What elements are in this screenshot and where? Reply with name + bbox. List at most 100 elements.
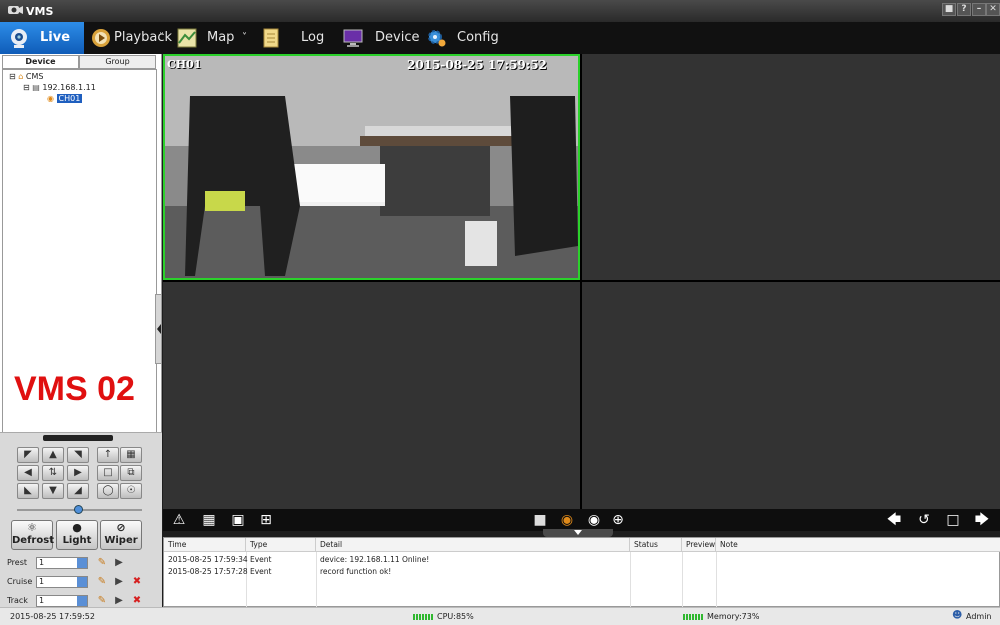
fullscreen-icon[interactable]: ▣ bbox=[228, 511, 248, 529]
column-header-status[interactable]: Status bbox=[630, 538, 682, 552]
ptz-up-button[interactable]: ▲ bbox=[42, 447, 64, 463]
iris-open-icon[interactable]: ◯ bbox=[97, 483, 119, 499]
chevron-left-icon bbox=[157, 324, 161, 334]
zoom-in-icon[interactable]: ↑ bbox=[97, 447, 119, 463]
chevron-down-icon[interactable]: ˅ bbox=[242, 22, 247, 54]
slider-thumb[interactable] bbox=[74, 505, 83, 514]
iris-close-icon[interactable]: ☉ bbox=[120, 483, 142, 499]
delete-icon[interactable]: ✖ bbox=[131, 576, 143, 588]
tab-label: Live bbox=[40, 30, 71, 45]
ptz-up-left-button[interactable]: ◤ bbox=[17, 447, 39, 463]
stop-icon[interactable]: ■ bbox=[530, 511, 550, 529]
track-label: Track bbox=[7, 596, 28, 605]
video-cell-1[interactable]: CH01 2015-08-25 17:59:52 bbox=[163, 54, 580, 280]
ptz-right-button[interactable]: ▶ bbox=[67, 465, 89, 481]
spinner-icon[interactable] bbox=[77, 558, 87, 568]
defrost-button[interactable]: ⚛ Defrost bbox=[11, 520, 54, 550]
user-icon: ☻ bbox=[952, 610, 963, 621]
focus-far-icon[interactable]: ⧉ bbox=[120, 465, 142, 481]
tree-node-label: CMS bbox=[25, 72, 44, 81]
delete-icon[interactable]: ✖ bbox=[131, 595, 143, 607]
column-header-note[interactable]: Note bbox=[716, 538, 1000, 552]
play-icon[interactable]: ▶ bbox=[113, 557, 125, 569]
tree-node-cms[interactable]: ⊟ ⌂ CMS bbox=[9, 72, 43, 81]
cell-detail: device: 192.168.1.11 Online! bbox=[320, 555, 430, 564]
focus-near-icon[interactable]: □ bbox=[97, 465, 119, 481]
panel-tabs: Device Group bbox=[2, 55, 156, 69]
memory-usage: Memory:73% bbox=[707, 612, 760, 621]
close-button[interactable]: ✕ bbox=[986, 3, 1000, 16]
title-bar: VMS ■ ? – ✕ bbox=[0, 0, 1000, 22]
tab-device[interactable]: Device bbox=[340, 22, 420, 54]
memory-meter bbox=[683, 614, 703, 620]
tab-label: Config bbox=[457, 30, 499, 45]
chevron-down-icon bbox=[574, 530, 582, 535]
divider bbox=[716, 552, 717, 608]
panel-collapse-handle[interactable] bbox=[155, 294, 162, 364]
video-cell-4[interactable] bbox=[582, 282, 1000, 509]
tree-node-device[interactable]: ⊟ ▤ 192.168.1.11 bbox=[23, 83, 96, 92]
chevron-down-icon[interactable]: ˅ bbox=[159, 22, 164, 54]
edit-icon[interactable]: ✎ bbox=[96, 595, 108, 607]
ptz-down-right-button[interactable]: ◢ bbox=[67, 483, 89, 499]
light-button[interactable]: ● Light bbox=[56, 520, 98, 550]
device-tree: ⊟ ⌂ CMS ⊟ ▤ 192.168.1.11 ◉ CH01 bbox=[2, 69, 157, 479]
tree-node-channel[interactable]: ◉ CH01 bbox=[47, 94, 83, 103]
tab-group[interactable]: Group bbox=[79, 55, 156, 69]
alarm-warning-icon[interactable]: ⚠ bbox=[169, 511, 189, 529]
minimize-button[interactable]: – bbox=[972, 3, 986, 16]
tab-playback[interactable]: Playback ˅ bbox=[86, 22, 172, 54]
snapshot-camera-icon[interactable]: ◉ bbox=[584, 511, 604, 529]
vms-app-window: VMS ■ ? – ✕ Live Playback ˅ Map ˅ Log De… bbox=[0, 0, 1000, 625]
tab-device-list[interactable]: Device bbox=[2, 55, 79, 69]
log-expand-handle[interactable] bbox=[543, 529, 613, 537]
cruise-select[interactable]: 1 bbox=[36, 576, 88, 588]
ptz-auto-button[interactable]: ⇅ bbox=[42, 465, 64, 481]
defrost-icon: ⚛ bbox=[27, 521, 37, 534]
ptz-down-button[interactable]: ▼ bbox=[42, 483, 64, 499]
tab-map[interactable]: Map ˅ bbox=[172, 22, 256, 54]
edit-icon[interactable]: ✎ bbox=[96, 576, 108, 588]
zoom-out-icon[interactable]: ▦ bbox=[120, 447, 142, 463]
cpu-usage: CPU:85% bbox=[437, 612, 474, 621]
edit-icon[interactable]: ✎ bbox=[96, 557, 108, 569]
arrow-right-icon[interactable]: 🡆 bbox=[972, 511, 992, 529]
current-user[interactable]: Admin bbox=[966, 612, 992, 621]
tab-config[interactable]: Config bbox=[424, 22, 504, 54]
lock-icon[interactable]: ■ bbox=[942, 3, 956, 16]
reset-icon[interactable]: ↺ bbox=[914, 511, 934, 529]
spinner-icon[interactable] bbox=[77, 596, 87, 606]
column-header-preview[interactable]: Preview bbox=[682, 538, 716, 552]
wiper-button[interactable]: ⊘ Wiper bbox=[100, 520, 142, 550]
ptz-up-right-button[interactable]: ◥ bbox=[67, 447, 89, 463]
column-header-detail[interactable]: Detail bbox=[316, 538, 630, 552]
collapse-icon[interactable]: ⊟ bbox=[23, 83, 30, 92]
arrow-left-icon[interactable]: 🡄 bbox=[884, 511, 904, 529]
help-button[interactable]: ? bbox=[957, 3, 971, 16]
spinner-icon[interactable] bbox=[77, 577, 87, 587]
playback-icon bbox=[92, 29, 110, 47]
play-icon[interactable]: ▶ bbox=[113, 576, 125, 588]
zoom-icon[interactable]: ⊕ bbox=[608, 511, 628, 529]
ptz-down-left-button[interactable]: ◣ bbox=[17, 483, 39, 499]
collapse-icon[interactable]: ⊟ bbox=[9, 72, 16, 81]
monitor-icon bbox=[343, 29, 363, 47]
preset-select[interactable]: 1 bbox=[36, 557, 88, 569]
play-icon[interactable]: ▶ bbox=[113, 595, 125, 607]
video-cell-2[interactable] bbox=[582, 54, 1000, 280]
tab-live[interactable]: Live bbox=[0, 22, 84, 54]
layout-split-icon[interactable]: ▦ bbox=[199, 511, 219, 529]
track-select[interactable]: 1 bbox=[36, 595, 88, 607]
layout-4-icon[interactable]: ⊞ bbox=[256, 511, 276, 529]
cell-detail: record function ok! bbox=[320, 567, 392, 576]
window-icon[interactable]: □ bbox=[943, 511, 963, 529]
notepad-icon bbox=[263, 28, 279, 48]
column-header-time[interactable]: Time bbox=[164, 538, 246, 552]
record-icon[interactable]: ◉ bbox=[557, 511, 577, 529]
ptz-collapse-handle[interactable] bbox=[43, 435, 113, 441]
tab-log[interactable]: Log bbox=[258, 22, 338, 54]
cell-time: 2015-08-25 17:59:34 bbox=[168, 555, 248, 564]
ptz-left-button[interactable]: ◀ bbox=[17, 465, 39, 481]
video-cell-3[interactable] bbox=[163, 282, 580, 509]
column-header-type[interactable]: Type bbox=[246, 538, 316, 552]
